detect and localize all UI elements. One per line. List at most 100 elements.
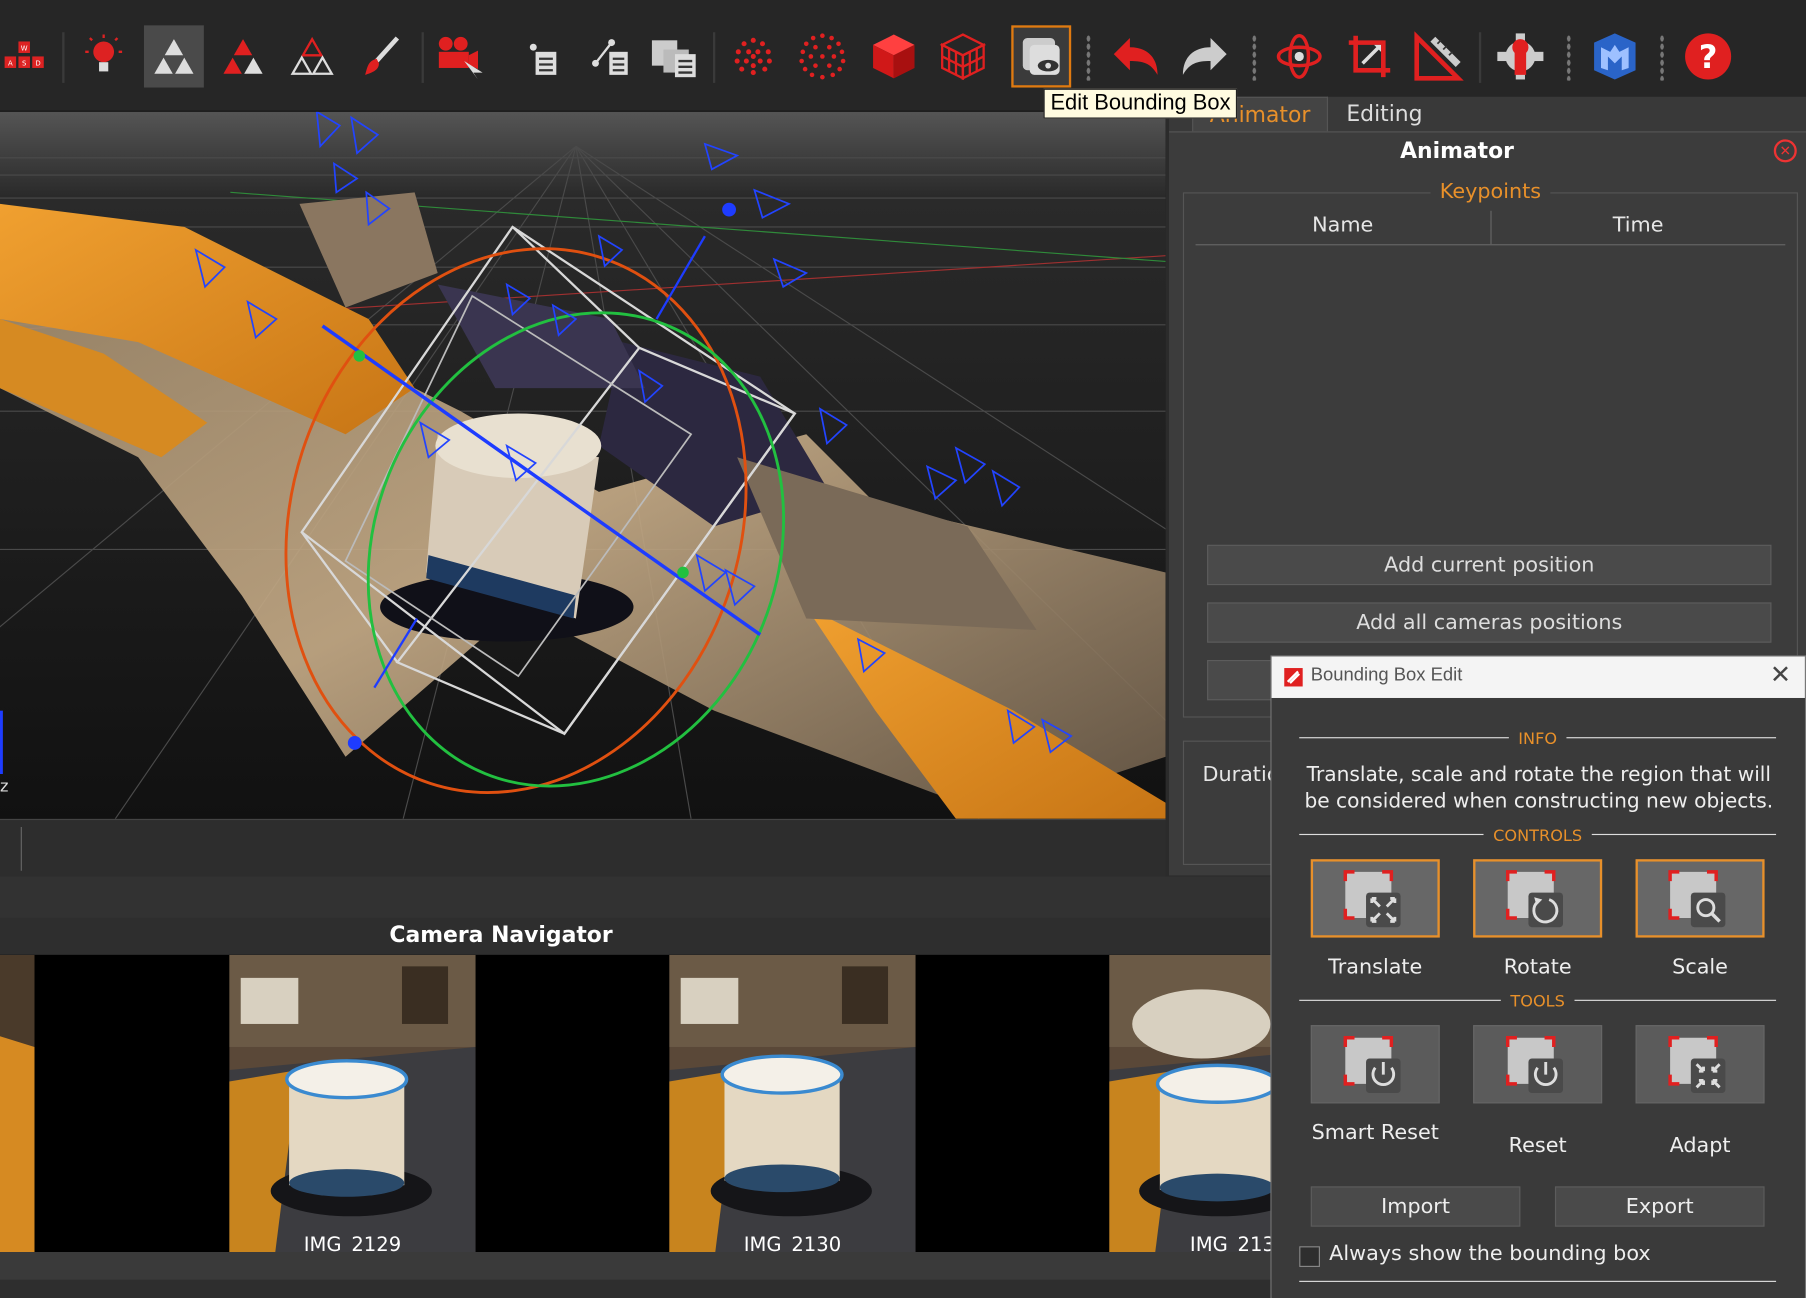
svg-text:W: W [21,45,28,53]
metashape-logo-icon[interactable] [1585,25,1645,87]
rotate-button[interactable] [1473,859,1603,938]
mesh-wireframe-icon[interactable] [282,25,342,87]
layers-icon[interactable] [645,25,705,87]
edit-bounding-box-icon[interactable] [1011,25,1072,88]
wasd-icon[interactable]: WA S D [0,25,51,87]
wire-cube-icon[interactable] [933,25,993,87]
viewport-status-strip [0,818,1166,877]
scale-icon [1668,870,1726,928]
camera-navigator-title: Camera Navigator [389,922,613,948]
mesh-solid-icon[interactable] [143,25,204,88]
scale-button[interactable] [1635,859,1765,938]
tooltip: Edit Bounding Box [1043,88,1238,119]
keypoints-table-header: Name Time [1195,210,1786,246]
reset-icon [1505,1036,1563,1094]
point-cloud-sparse-icon[interactable] [723,25,783,87]
translate-icon [1343,870,1401,928]
crop-icon[interactable] [1340,25,1400,87]
thumbnail-strip[interactable]: IMG_2129 IMG_2130 IMG_213 [0,954,1274,1253]
info-description: Translate, scale and rotate the region t… [1304,763,1774,814]
solid-cube-icon[interactable] [864,25,924,87]
svg-text:A: A [8,60,13,68]
tools-section-label: TOOLS [1501,992,1575,1012]
info-section-divider: INFO [1299,730,1777,749]
ruler-icon[interactable] [1409,25,1469,87]
svg-text:S: S [22,60,26,68]
thumbnail-label: IMG_213 [1189,1233,1274,1253]
model-viewport[interactable]: z [0,111,1166,819]
toolbar-separator [421,32,424,83]
help-icon[interactable]: ? [1678,25,1738,87]
thumbnail-photo [229,954,476,1253]
camera-tool-icon[interactable] [431,25,491,87]
thumbnail-image[interactable]: IMG_2129 [229,954,476,1253]
column-header-time[interactable]: Time [1491,211,1785,244]
dialog-titlebar[interactable]: Bounding Box Edit ✕ [1271,656,1805,698]
export-button[interactable]: Export [1554,1186,1765,1227]
thumbnail-image[interactable]: IMG_213 [1109,954,1274,1253]
paint-brush-icon[interactable] [351,25,411,87]
info-section-label: INFO [1509,730,1567,749]
column-header-name[interactable]: Name [1196,210,1492,245]
import-button[interactable]: Import [1310,1186,1521,1227]
toolbar-grip [1659,34,1665,81]
reset-label: Reset [1508,1133,1567,1158]
redo-icon[interactable] [1175,25,1235,87]
translate-label: Translate [1328,954,1423,980]
bounding-box-edit-dialog: Bounding Box Edit ✕ INFO Translate, scal… [1270,655,1806,1298]
navigator-top-strip [0,876,1274,918]
thumbnail-label: IMG_2130 [743,1233,842,1253]
close-icon[interactable]: ✕ [1773,139,1797,163]
add-current-position-button[interactable]: Add current position [1207,544,1772,586]
adapt-label: Adapt [1669,1133,1731,1158]
tools-section-divider: TOOLS [1299,992,1777,1012]
tab-editing[interactable]: Editing [1333,97,1437,132]
point-cloud-dense-icon[interactable] [792,25,852,87]
thumbnail-image[interactable]: IMG_2130 [669,954,916,1253]
close-icon[interactable]: ✕ [1770,661,1791,690]
toolbar-separator [712,32,716,83]
smart-reset-button[interactable] [1310,1025,1440,1104]
reset-button[interactable] [1473,1025,1603,1104]
svg-text:?: ? [1699,38,1718,76]
toolbar-grip [1252,34,1257,81]
adapt-button[interactable] [1635,1025,1765,1104]
lightbulb-icon[interactable] [74,25,134,87]
adapt-icon [1668,1036,1726,1094]
thumbnail-partial[interactable] [0,954,35,1253]
controls-section-divider: CONTROLS [1299,826,1777,846]
smart-reset-icon [1343,1036,1401,1094]
app-icon [1283,667,1304,688]
settings-icon[interactable] [1490,25,1550,87]
always-show-label[interactable]: Always show the bounding box [1329,1242,1650,1266]
translate-button[interactable] [1310,859,1440,938]
mesh-shaded-icon[interactable] [213,25,273,87]
duration-label: Duratic [1202,762,1279,787]
main-toolbar: WA S D ? [0,0,1806,112]
scene-node-icon[interactable] [582,25,642,87]
axis-label-z: z [0,776,8,795]
add-all-cameras-positions-button[interactable]: Add all cameras positions [1207,602,1772,643]
keypoints-label: Keypoints [1430,179,1551,204]
svg-text:D: D [35,60,40,68]
thumbnail-photo [1109,954,1274,1253]
always-show-checkbox[interactable] [1299,1246,1320,1267]
camera-navigator: Camera Navigator IMG_2129 IMG_2130 IMG_2… [0,917,1274,1298]
rotate-icon [1505,870,1563,928]
navigator-scrollbar[interactable] [0,1252,1274,1280]
dialog-title: Bounding Box Edit [1310,665,1463,686]
toolbar-separator [62,32,65,83]
toolbar-separator [1478,32,1482,83]
orbit-icon[interactable] [1269,25,1329,87]
thumbnail-photo [669,954,916,1253]
toolbar-grip [1086,34,1091,81]
controls-section-label: CONTROLS [1483,826,1592,846]
panel-title: Animator [1400,138,1514,164]
smart-reset-label: Smart Reset [1311,1120,1439,1145]
dialog-body: INFO Translate, scale and rotate the reg… [1271,697,1805,1298]
sparse-points-icon[interactable] [513,25,573,87]
scene-render[interactable]: z [0,111,1166,819]
dialog-bottom-divider [1299,1280,1777,1282]
undo-icon[interactable] [1106,25,1166,87]
thumbnail-label: IMG_2129 [303,1233,402,1253]
